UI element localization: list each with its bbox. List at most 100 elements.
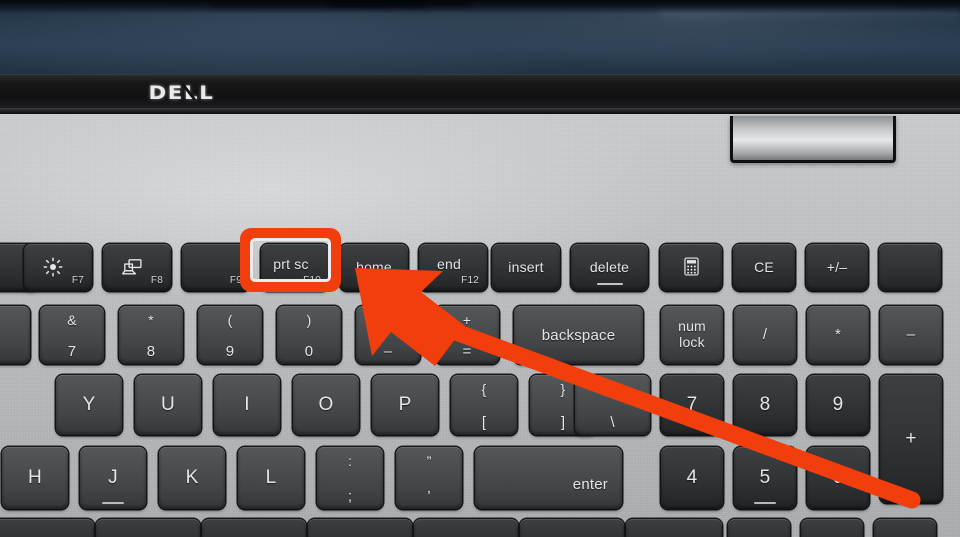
home-position-bar [102, 501, 124, 504]
key-4-home-7[interactable]: 4 [661, 447, 723, 509]
laptop-screen [0, 0, 960, 74]
key-display-switch-icon-function-2[interactable]: F8 [103, 244, 171, 291]
key-i-qwerty-2[interactable]: I [214, 375, 280, 435]
calculator-icon [683, 257, 699, 276]
key-legend: 7 [686, 394, 698, 416]
key-bottom-row-partial-2[interactable] [202, 519, 306, 537]
key-blank-number-6[interactable]: + = [435, 306, 499, 364]
key-bottom-row-partial-9[interactable] [874, 519, 936, 537]
key-calculator-icon-function-9[interactable] [660, 244, 722, 291]
key-bottom-row-partial-7[interactable] [728, 519, 790, 537]
key-9-qwerty-10[interactable]: 9 [807, 375, 869, 435]
key-blank-qwerty-7[interactable]: | \ [575, 375, 650, 435]
key-bottom-row-partial-6[interactable] [626, 519, 722, 537]
key-legend: backspace [541, 326, 616, 344]
key-num-lock-number-8[interactable]: num lock [661, 306, 723, 364]
key-legend: + [905, 428, 917, 450]
key-legend: insert [508, 259, 544, 276]
key-7-qwerty-8[interactable]: 7 [661, 375, 723, 435]
key-legend: / [762, 326, 768, 344]
key-legend-bottom: 9 [225, 343, 235, 360]
key-legend-bottom: ; [347, 488, 353, 505]
key-legend: I [244, 394, 250, 416]
key-fn-label: F12 [461, 275, 479, 286]
key-backspace-number-7[interactable]: backspace [514, 306, 643, 364]
key-legend: U [161, 394, 175, 416]
key-legend: num lock [678, 318, 706, 350]
key-bottom-row-partial-8[interactable] [801, 519, 863, 537]
key-j-home-1[interactable]: J [80, 447, 146, 509]
key-legend-bottom: 7 [67, 343, 77, 360]
key-legend: K [185, 467, 199, 489]
key-legend-bottom: 0 [304, 343, 314, 360]
key-blank-number-3[interactable]: (9 [198, 306, 262, 364]
key-legend: H [28, 467, 42, 489]
key-legend: 8 [759, 394, 771, 416]
key-blank-number-2[interactable]: * 8 [119, 306, 183, 364]
key-legend-top: : [347, 453, 353, 469]
key-blank-number-4[interactable]: ) 0 [277, 306, 341, 364]
screen-dark-area-2 [330, 0, 470, 9]
key-8-qwerty-9[interactable]: 8 [734, 375, 796, 435]
key-l-home-3[interactable]: L [238, 447, 304, 509]
key-enter-home-6[interactable]: enter [475, 447, 622, 509]
key-legend-bottom: – [383, 343, 393, 360]
key-blank-number-5[interactable]: _ – [356, 306, 420, 364]
key-legend: O [318, 394, 334, 416]
key-k-home-2[interactable]: K [159, 447, 225, 509]
key-bottom-row-partial-0[interactable] [0, 519, 94, 537]
key-blank-number-11[interactable]: – [880, 306, 942, 364]
key-p-qwerty-4[interactable]: P [372, 375, 438, 435]
key-key-number-0[interactable] [0, 306, 30, 364]
key-o-qwerty-3[interactable]: O [293, 375, 359, 435]
key-legend: Y [82, 394, 96, 416]
key-insert-function-7[interactable]: insert [492, 244, 560, 291]
key-legend-bottom: \ [610, 414, 615, 431]
key-legend: CE [754, 259, 774, 276]
key-legend: – [906, 326, 916, 344]
key-5-home-8[interactable]: 5 [734, 447, 796, 509]
key-legend: end [437, 256, 461, 273]
key-blank-qwerty-11[interactable]: + [880, 375, 942, 503]
key-bottom-row-partial-1[interactable] [96, 519, 200, 537]
display-switch-icon [121, 258, 143, 276]
key-key-function-12[interactable] [879, 244, 941, 291]
key-blank-home-5[interactable]: ”’ [396, 447, 462, 509]
key-legend-bottom: 8 [146, 343, 156, 360]
screen-top-shadow [0, 0, 960, 14]
key-brightness-icon-function-1[interactable]: F7 [24, 244, 92, 291]
key-legend-bottom: ’ [427, 488, 431, 505]
key-bottom-row-partial-5[interactable] [520, 519, 624, 537]
key-ce-function-10[interactable]: CE [733, 244, 795, 291]
key-legend-top: ) [306, 312, 312, 328]
key-u-qwerty-1[interactable]: U [135, 375, 201, 435]
highlight-box-inner-outline [250, 238, 331, 282]
key-legend: delete [589, 259, 630, 276]
key-end-function-6[interactable]: end F12 [419, 244, 487, 291]
key-fn-label: F8 [150, 275, 163, 286]
key-legend-top: & [67, 312, 77, 328]
key-bottom-row-partial-4[interactable] [414, 519, 518, 537]
key-home-function-5[interactable]: home [340, 244, 408, 291]
key-legend: L [265, 467, 277, 489]
hinge-vent [730, 116, 896, 163]
key-h-home-0[interactable]: H [2, 447, 68, 509]
key-blank-number-10[interactable]: * [807, 306, 869, 364]
key-legend: * [834, 326, 842, 344]
key-6-home-9[interactable]: 6 [807, 447, 869, 509]
key-delete-function-8[interactable]: delete [571, 244, 648, 291]
key-y-qwerty-0[interactable]: Y [56, 375, 122, 435]
key-legend-top: ” [426, 453, 432, 469]
key-legend-bottom: [ [481, 414, 487, 431]
key-legend-top: | [610, 381, 615, 397]
screen-bezel [0, 74, 960, 112]
key-legend: +/– [826, 259, 848, 276]
key-blank-home-4[interactable]: :; [317, 447, 383, 509]
key-blank-qwerty-5[interactable]: {[ [451, 375, 517, 435]
key-blank-number-1[interactable]: & 7 [40, 306, 104, 364]
key-underline [596, 282, 623, 285]
key-legend: 5 [759, 467, 771, 489]
key-blank-number-9[interactable]: / [734, 306, 796, 364]
key-bottom-row-partial-3[interactable] [308, 519, 412, 537]
key-blank-function-11[interactable]: +/– [806, 244, 868, 291]
